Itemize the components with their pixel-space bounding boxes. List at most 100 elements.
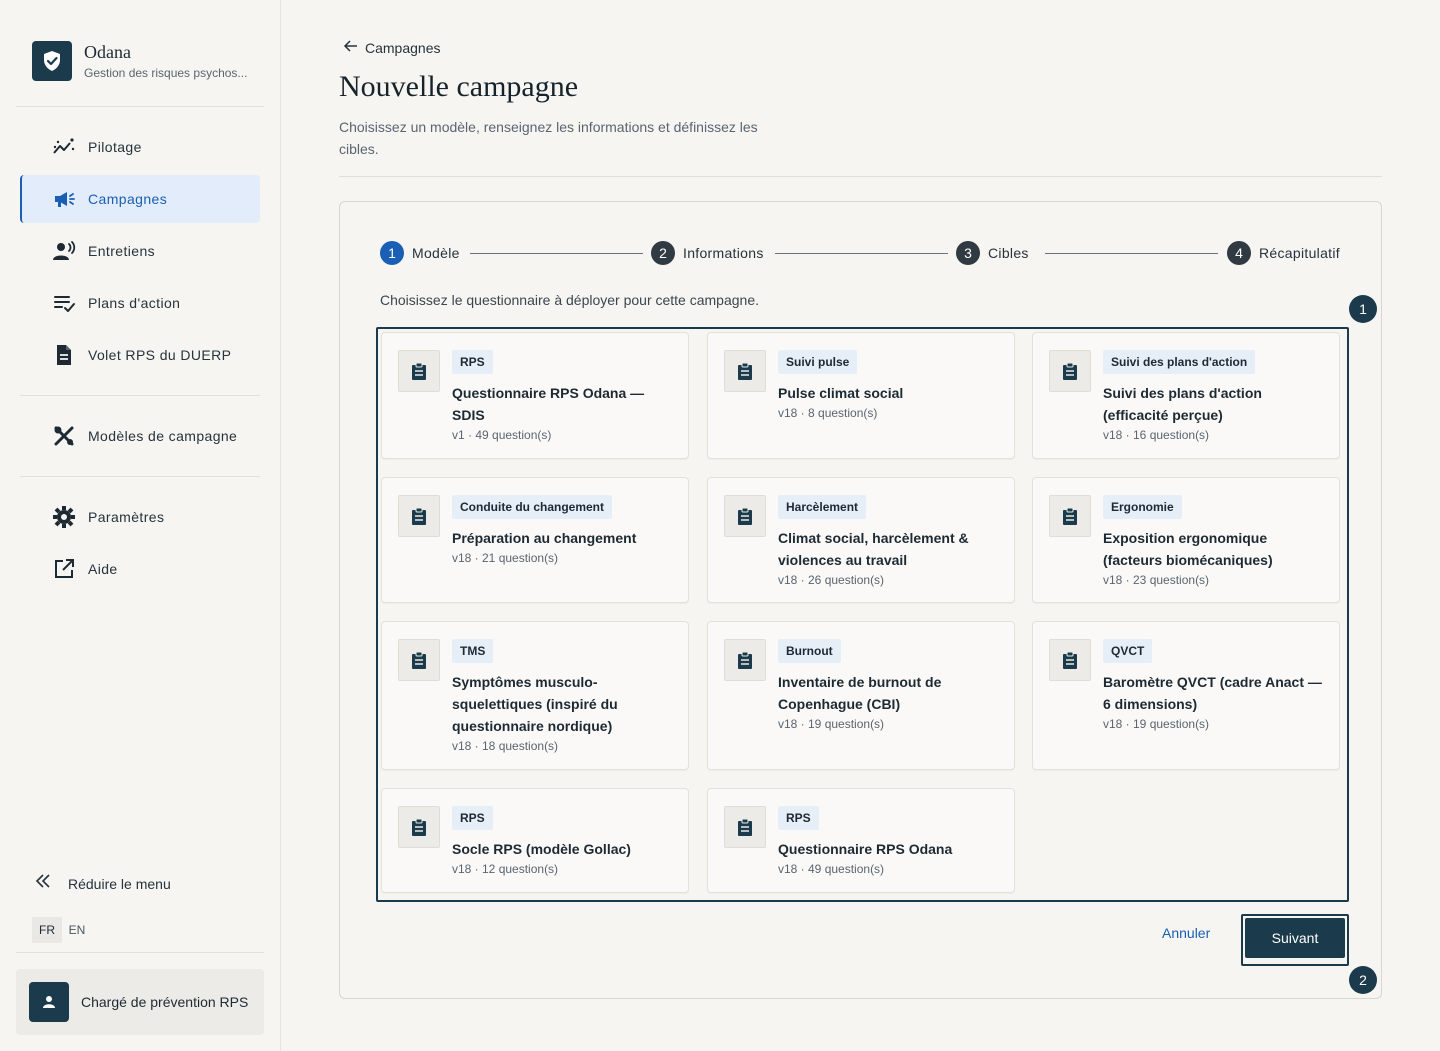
page-description: Choisissez un modèle, renseignez les inf…: [339, 119, 758, 157]
clipboard-icon: [398, 495, 440, 537]
sidebar-item-modeles[interactable]: Modèles de campagne: [20, 412, 260, 460]
clipboard-icon: [1049, 639, 1091, 681]
template-tag: Burnout: [778, 639, 841, 663]
template-tag: Suivi des plans d'action: [1103, 350, 1256, 374]
sidebar-item-label: Modèles de campagne: [88, 428, 238, 444]
clipboard-icon: [1049, 350, 1091, 392]
step-number: 1: [380, 241, 404, 265]
sidebar-item-plans-action[interactable]: Plans d'action: [20, 279, 260, 327]
annotation-marker: 1: [1349, 295, 1377, 323]
sidebar-item-campagnes[interactable]: Campagnes: [20, 175, 260, 223]
step-label: Informations: [683, 245, 764, 261]
language-switcher: FR EN: [32, 917, 92, 943]
template-card[interactable]: QVCT Baromètre QVCT (cadre Anact — 6 dim…: [1032, 621, 1340, 770]
sidebar-item-aide[interactable]: Aide: [20, 545, 260, 593]
template-card[interactable]: Suivi des plans d'action Suivi des plans…: [1032, 332, 1340, 459]
step-informations[interactable]: 2 Informations: [651, 241, 764, 265]
clipboard-icon: [398, 639, 440, 681]
step-number: 3: [956, 241, 980, 265]
template-title: Préparation au changement: [452, 530, 637, 546]
shield-check-icon: [32, 41, 72, 81]
document-icon: [52, 343, 76, 367]
sidebar-item-parametres[interactable]: Paramètres: [20, 493, 260, 541]
sidebar-item-label: Entretiens: [88, 243, 156, 259]
sidebar-item-label: Aide: [88, 561, 118, 577]
clipboard-icon: [724, 350, 766, 392]
template-card[interactable]: RPS Socle RPS (modèle Gollac) v18 · 12 q…: [381, 788, 689, 893]
checklist-icon: [52, 291, 76, 315]
template-meta: v18 · 26 question(s): [778, 573, 885, 587]
sidebar-item-label: Paramètres: [88, 509, 165, 525]
step-label: Récapitulatif: [1259, 245, 1340, 261]
step-modele[interactable]: 1 Modèle: [380, 241, 460, 265]
template-title: Questionnaire RPS Odana: [778, 841, 953, 857]
annotation-marker: 2: [1349, 966, 1377, 994]
language-en-button[interactable]: EN: [62, 917, 92, 943]
template-meta: v18 · 49 question(s): [778, 862, 885, 876]
template-meta: v18 · 19 question(s): [1103, 717, 1210, 731]
sidebar-item-pilotage[interactable]: Pilotage: [20, 123, 260, 171]
template-card[interactable]: Conduite du changement Préparation au ch…: [381, 477, 689, 603]
sidebar-item-volet-rps[interactable]: Volet RPS du DUERP: [20, 331, 260, 379]
instruction-text: Choisissez le questionnaire à déployer p…: [380, 292, 760, 308]
back-link-label: Campagnes: [365, 39, 441, 56]
double-chevron-left-icon: [34, 872, 52, 895]
tools-icon: [52, 424, 76, 448]
back-link[interactable]: Campagnes: [343, 38, 441, 57]
clipboard-icon: [398, 350, 440, 392]
template-card[interactable]: TMS Symptômes musculo-squelettiques (ins…: [381, 621, 689, 770]
clipboard-icon: [1049, 495, 1091, 537]
template-card[interactable]: RPS Questionnaire RPS Odana — SDIS v1 · …: [381, 332, 689, 459]
template-title: Climat social, harcèlement & violences a…: [778, 530, 969, 568]
user-profile-button[interactable]: Chargé de prévention RPS: [16, 969, 264, 1035]
stepper: 1 Modèle 2 Informations 3 Cibles 4 Récap…: [380, 241, 1342, 267]
cancel-button[interactable]: Annuler: [1162, 925, 1210, 941]
brand[interactable]: Odana Gestion des risques psychos...: [32, 41, 247, 81]
template-tag: TMS: [452, 639, 494, 663]
template-tag: RPS: [452, 350, 493, 374]
template-title: Inventaire de burnout de Copenhague (CBI…: [778, 674, 942, 712]
gear-icon: [52, 505, 76, 529]
sidebar-item-label: Volet RPS du DUERP: [88, 347, 232, 363]
sidebar: Odana Gestion des risques psychos... Pil…: [0, 0, 281, 1051]
megaphone-icon: [52, 187, 76, 211]
template-card[interactable]: Suivi pulse Pulse climat social v18 · 8 …: [707, 332, 1015, 459]
brand-name: Odana: [84, 42, 131, 62]
brand-subtitle: Gestion des risques psychos...: [84, 66, 248, 80]
sidebar-divider: [20, 476, 260, 477]
clipboard-icon: [724, 495, 766, 537]
clipboard-icon: [724, 639, 766, 681]
template-meta: v18 · 12 question(s): [452, 862, 559, 876]
step-connector: [470, 253, 643, 254]
clipboard-icon: [724, 806, 766, 848]
template-card[interactable]: Harcèlement Climat social, harcèlement &…: [707, 477, 1015, 603]
user-avatar-icon: [29, 982, 69, 1022]
language-fr-button[interactable]: FR: [32, 917, 62, 943]
step-recapitulatif[interactable]: 4 Récapitulatif: [1227, 241, 1340, 265]
sidebar-divider: [20, 395, 260, 396]
template-tag: Conduite du changement: [452, 495, 612, 519]
template-title: Baromètre QVCT (cadre Anact — 6 dimensio…: [1103, 674, 1322, 712]
sidebar-divider: [16, 952, 264, 953]
step-cibles[interactable]: 3 Cibles: [956, 241, 1029, 265]
template-title: Suivi des plans d'action (efficacité per…: [1103, 385, 1262, 423]
step-label: Modèle: [412, 245, 460, 261]
person-speaking-icon: [52, 239, 76, 263]
template-meta: v1 · 49 question(s): [452, 428, 552, 442]
template-meta: v18 · 19 question(s): [778, 717, 885, 731]
user-role: Chargé de prévention RPS: [81, 994, 249, 1010]
template-tag: RPS: [452, 806, 493, 830]
next-button[interactable]: Suivant: [1245, 918, 1345, 958]
template-card[interactable]: RPS Questionnaire RPS Odana v18 · 49 que…: [707, 788, 1015, 893]
collapse-menu-label: Réduire le menu: [68, 875, 171, 892]
sidebar-item-entretiens[interactable]: Entretiens: [20, 227, 260, 275]
template-card[interactable]: Burnout Inventaire de burnout de Copenha…: [707, 621, 1015, 770]
chart-line-icon: [52, 135, 76, 159]
template-meta: v18 · 23 question(s): [1103, 573, 1210, 587]
template-title: Pulse climat social: [778, 385, 904, 401]
template-title: Symptômes musculo-squelettiques (inspiré…: [452, 674, 618, 734]
collapse-menu-button[interactable]: Réduire le menu: [34, 872, 171, 895]
step-number: 4: [1227, 241, 1251, 265]
template-card[interactable]: Ergonomie Exposition ergonomique (facteu…: [1032, 477, 1340, 603]
step-connector: [1045, 253, 1218, 254]
